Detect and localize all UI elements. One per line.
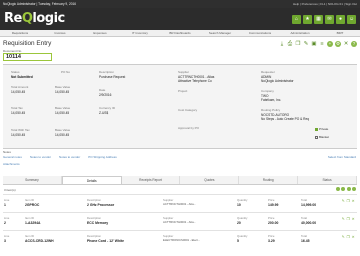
status-value: Not Submitted <box>11 74 33 79</box>
currency-field[interactable]: Currency ID Z-US$ <box>99 106 115 115</box>
copy-icon[interactable]: ❐ <box>347 199 351 204</box>
blanket-checkbox[interactable]: Blanket <box>315 135 329 139</box>
project-field[interactable]: Project <box>178 89 187 93</box>
table-row[interactable]: Line 1 Item ID 2GPROC Description 2 GHz Pro… <box>3 194 357 211</box>
table-row[interactable]: Line 3 Item ID ACCS-CRD-12WH Description Ph… <box>3 230 357 247</box>
edit-icon[interactable]: ✎ <box>342 217 346 222</box>
tab-status[interactable]: Status <box>298 176 357 184</box>
user-icon[interactable]: ☺ <box>347 15 356 24</box>
app-user-date: NoQlogic Administrator | Tuesday, Februa… <box>3 2 77 6</box>
nav-item-communications[interactable]: Communications <box>240 30 280 36</box>
nav-item-requisitions[interactable]: Requisitions <box>0 30 40 36</box>
items-count: 3 item(s) <box>4 188 16 192</box>
general-notes-link[interactable]: General notes <box>3 155 22 159</box>
nav-item-administration[interactable]: Administration <box>280 30 320 36</box>
print-icon[interactable]: ⎙ <box>287 41 293 47</box>
mail-icon[interactable]: ✉ <box>325 15 334 24</box>
remove-line-icon[interactable] <box>352 187 356 191</box>
tab-summary[interactable]: Summary <box>3 176 62 184</box>
tab-bar: Summary Details Receipts Report Quotes R… <box>3 176 357 185</box>
document-no-field[interactable]: 10114 <box>3 53 52 61</box>
main-nav: Requisitions Invoices Expenses IT Invent… <box>0 30 360 37</box>
total-with-tax-field: Total With Tax 14,050.45 <box>11 128 30 137</box>
po-no-field: PO No <box>61 70 71 74</box>
total-tax-field: Total Tax 14,050.45 <box>11 106 26 115</box>
copy-icon[interactable]: ❐ <box>295 41 301 47</box>
attachments-link[interactable]: Attachments <box>3 162 20 166</box>
company-field[interactable]: Company TWO Fabrikam, Inc. <box>261 89 281 102</box>
header: ReQlogic ⌂ ★ ▦ ✉ ● ☺ <box>0 8 360 30</box>
copy-icon[interactable]: ❐ <box>347 217 351 222</box>
base-with-tax-field: Base Value 14,050.45 <box>55 128 71 137</box>
help-icon[interactable]: ? <box>351 41 357 47</box>
summary-panel: Status Not Submitted PO No Total Amount … <box>3 64 357 149</box>
nav-item-invoices[interactable]: Invoices <box>40 30 80 36</box>
top-bar: NoQlogic Administrator | Tuesday, Februa… <box>0 0 360 8</box>
description-field[interactable]: Description Purchase Request <box>99 70 125 79</box>
private-checkbox[interactable]: Private <box>315 127 328 131</box>
status-field: Status Not Submitted <box>11 70 33 79</box>
tab-receipts-report[interactable]: Receipts Report <box>121 176 181 184</box>
nav-item-dashboards[interactable]: BR Dashboards <box>160 30 200 36</box>
top-links[interactable]: Help | Preferences | FL1 | NOLOG 01 | Si… <box>293 2 357 6</box>
cost-category-field[interactable]: Cost Category <box>178 108 197 112</box>
edit-icon[interactable]: ✎ <box>342 199 346 204</box>
notes-label: Notes <box>3 150 11 154</box>
notes-to-vendor-link[interactable]: Notes to vendor <box>30 155 51 159</box>
nav-item-it-inventory[interactable]: IT Inventory <box>120 30 160 36</box>
list-icon[interactable]: ≡ <box>319 41 325 47</box>
approval-field[interactable]: Approval by PO <box>178 126 199 130</box>
grid-icon[interactable]: ▦ <box>314 15 323 24</box>
logo: ReQlogic <box>4 11 65 26</box>
notes-links: General notes Notes to vendor Notes to v… <box>3 155 117 159</box>
select-standard-link[interactable]: Select from Standard <box>328 155 356 159</box>
delete-icon[interactable]: ✕ <box>343 41 349 47</box>
toolbar: ⤓ ⎙ ❐ ✎ ▣ ≡ + ⚙ ✕ ? <box>279 41 357 47</box>
home-icon[interactable]: ⌂ <box>292 15 301 24</box>
shipping-address-link[interactable]: PO Shipping Address <box>88 155 117 159</box>
date-field[interactable]: Date 2/9/2016 <box>99 88 111 97</box>
bell-icon[interactable]: ● <box>336 15 345 24</box>
save-icon[interactable]: ▣ <box>311 41 317 47</box>
header-icons: ⌂ ★ ▦ ✉ ● ☺ <box>292 15 356 24</box>
tab-quotes[interactable]: Quotes <box>180 176 240 184</box>
supplier-field[interactable]: Supplier ACTTRNCTH0001 - Atlas Attractiv… <box>178 70 214 83</box>
delete-icon[interactable]: ✕ <box>352 235 356 240</box>
line-toolbar <box>335 187 356 191</box>
table-row[interactable]: Line 2 Item ID 1-A3294A Description ECC Mem… <box>3 212 357 229</box>
nav-item-search-manager[interactable]: Search Manager <box>200 30 240 36</box>
tab-routing[interactable]: Routing <box>239 176 299 184</box>
attach-icon[interactable]: ✎ <box>303 41 309 47</box>
page-title: Requisition Entry <box>3 40 52 47</box>
delete-icon[interactable]: ✕ <box>352 199 356 204</box>
add-line-icon[interactable] <box>335 187 340 191</box>
add-icon[interactable]: + <box>327 41 333 47</box>
base-tax-field: Base Value 14,050.45 <box>55 106 71 115</box>
total-amount-field: Total Amount 14,050.45 <box>11 85 29 94</box>
nav-item-birt[interactable]: BIRT <box>320 30 360 36</box>
requester-field[interactable]: Requester ADMIN NoQlogic Administrator <box>261 70 294 83</box>
routing-policy-field[interactable]: Routing Policy NOCSTD-AUTORO No Steps - … <box>261 108 309 121</box>
star-icon[interactable]: ★ <box>303 15 312 24</box>
edit-line-icon[interactable] <box>341 187 345 191</box>
copy-icon[interactable]: ❐ <box>347 235 351 240</box>
delete-icon[interactable]: ✕ <box>352 217 356 222</box>
notes-to-vendor-link-2[interactable]: Notes to vendor <box>59 155 80 159</box>
edit-icon[interactable]: ✎ <box>342 235 346 240</box>
export-icon[interactable]: ⤓ <box>279 41 285 47</box>
copy-line-icon[interactable] <box>346 187 351 191</box>
settings-icon[interactable]: ⚙ <box>335 41 341 47</box>
tab-details[interactable]: Details <box>61 176 122 184</box>
nav-item-expenses[interactable]: Expenses <box>80 30 120 36</box>
base-value-field: Base Value 14,050.45 <box>55 85 71 94</box>
